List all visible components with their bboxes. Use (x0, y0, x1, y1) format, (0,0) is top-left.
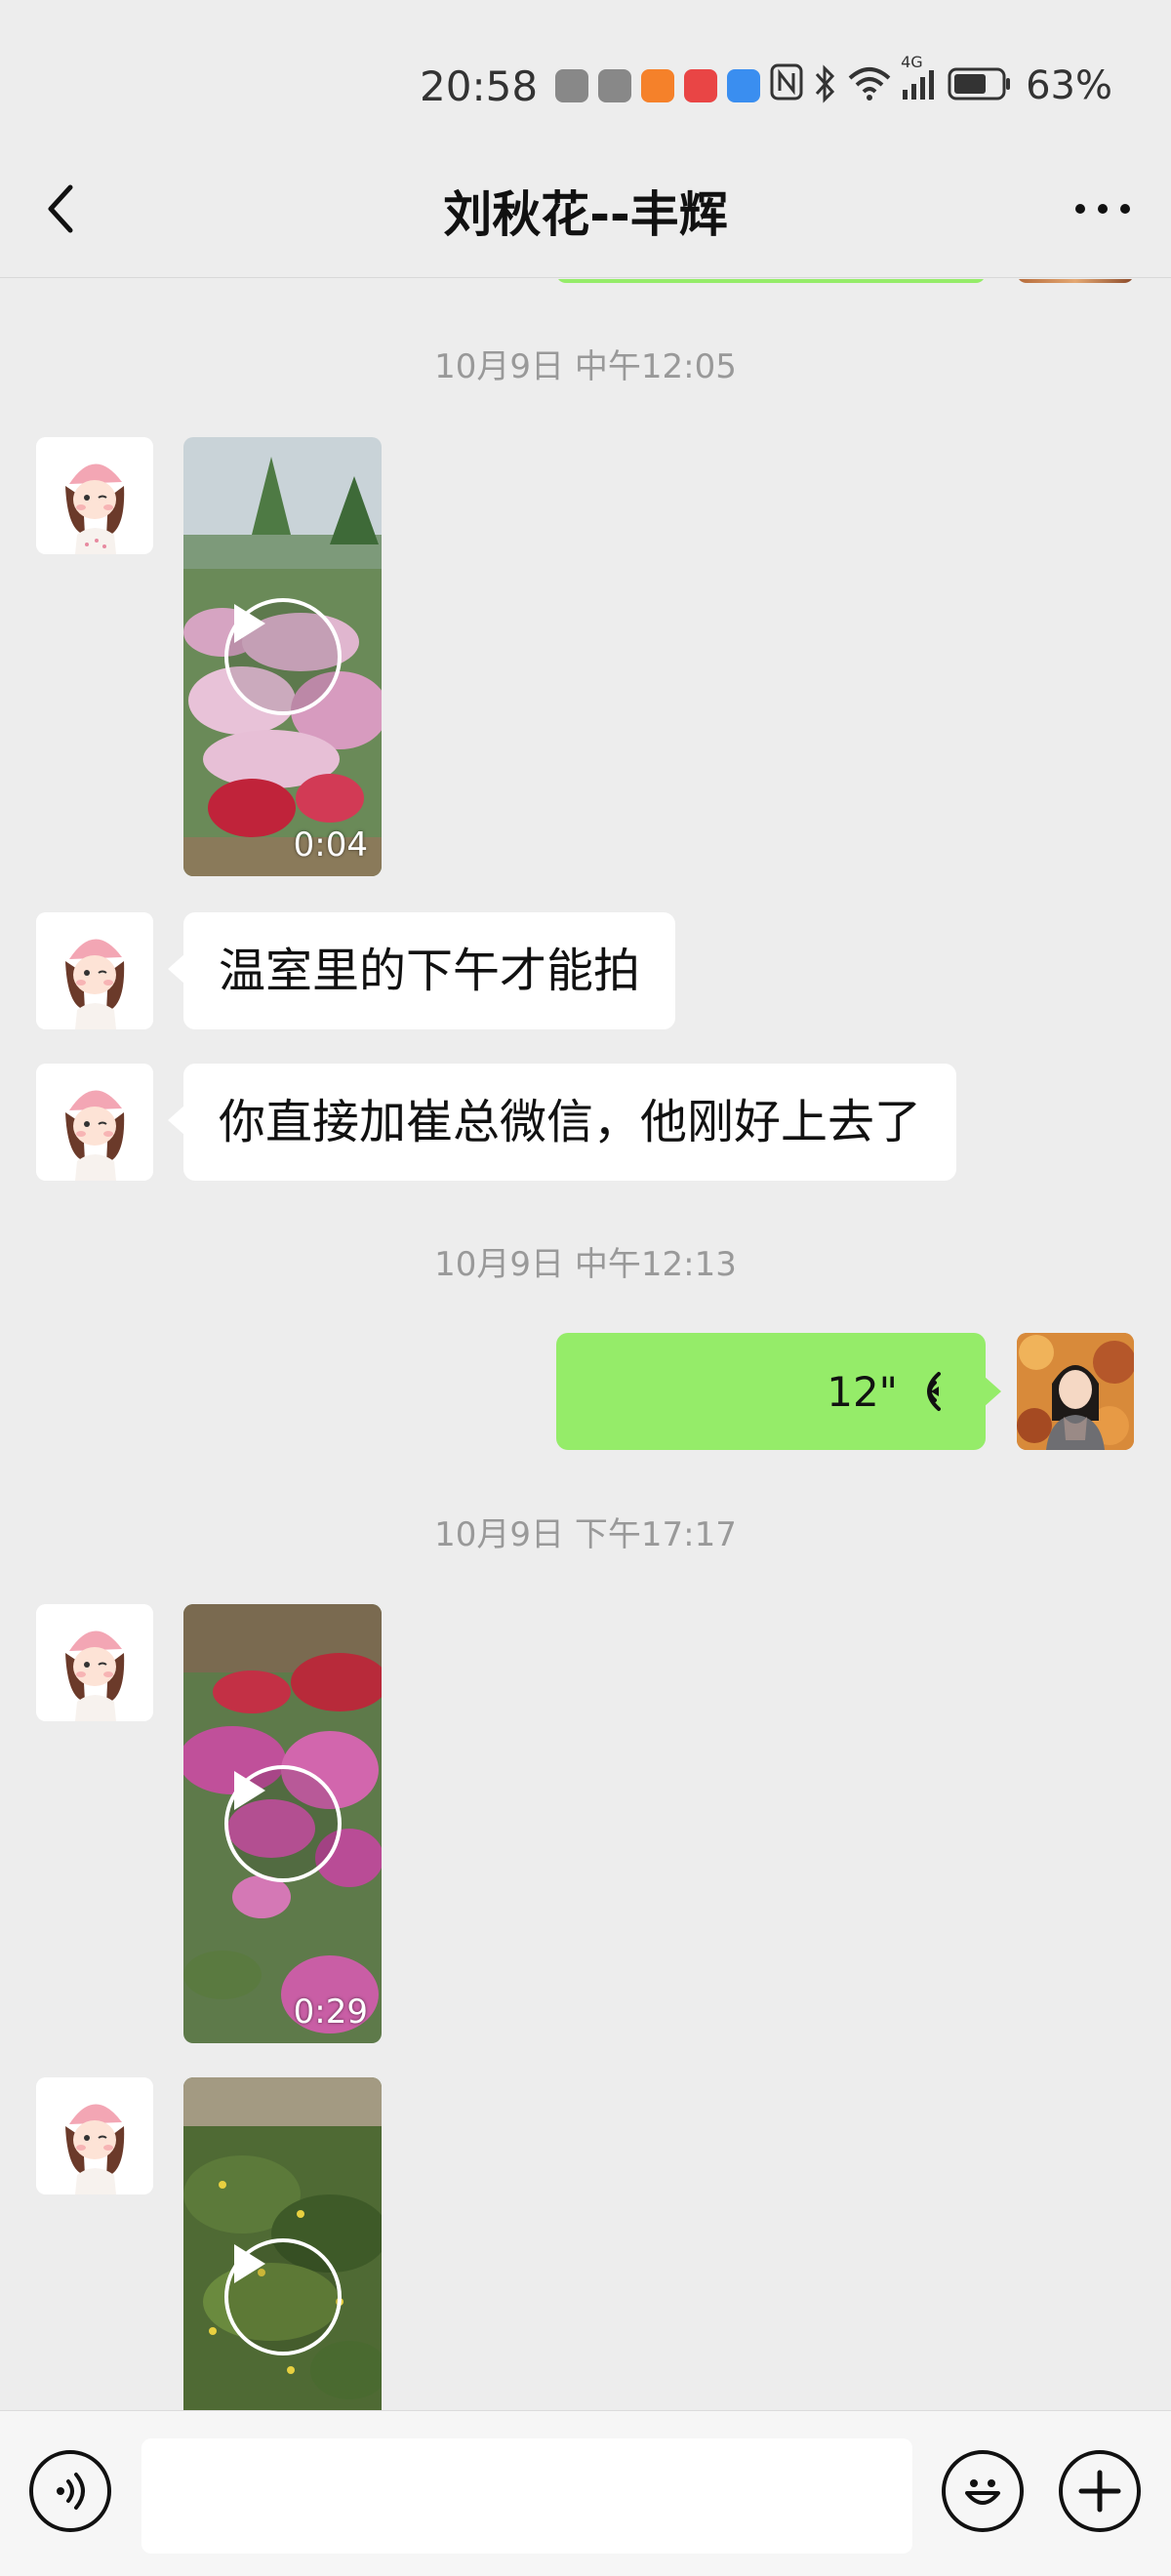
more-dots-icon (1075, 204, 1130, 214)
play-icon[interactable] (224, 2238, 342, 2355)
message-list[interactable]: 10月9日 中午12:05 0:04 温室里的下午才能拍 你直接加崔总微信，他刚… (0, 279, 1171, 2410)
timestamp: 10月9日 中午12:05 (434, 347, 737, 386)
voice-wave-icon (927, 1372, 941, 1411)
network-type-label: 4G (901, 53, 923, 71)
emoji-icon (965, 2479, 1000, 2505)
message-input[interactable] (141, 2438, 912, 2554)
notification-app-icon (641, 69, 675, 102)
video-message[interactable]: 0:29 (183, 1604, 382, 2043)
signal-icon: 4G (901, 53, 938, 105)
text-message-bubble[interactable]: 温室里的下午才能拍 (167, 912, 676, 1029)
video-duration: 0:04 (293, 825, 368, 865)
text-message-bubble[interactable]: 你直接加崔总微信，他刚好上去了 (167, 1064, 957, 1181)
bluetooth-icon (813, 64, 838, 107)
more-functions-button[interactable] (1059, 2450, 1141, 2532)
my-avatar[interactable] (1017, 279, 1134, 283)
status-bar-right: 20:58 4G 63% (420, 53, 1112, 115)
timestamp: 10月9日 下午17:17 (434, 1515, 737, 1554)
voice-duration: 12" (827, 1367, 898, 1416)
previous-message-bubble[interactable] (556, 279, 986, 283)
contact-avatar[interactable] (36, 912, 153, 1029)
contact-avatar[interactable] (36, 1604, 153, 1721)
battery-icon (948, 66, 1012, 105)
contact-avatar[interactable] (36, 1064, 153, 1181)
contact-avatar[interactable] (36, 437, 153, 554)
nfc-icon (770, 63, 803, 109)
voice-input-icon (57, 2473, 85, 2510)
video-duration: 0:29 (293, 1992, 368, 2032)
voice-input-button[interactable] (29, 2450, 111, 2532)
my-avatar[interactable] (1017, 1333, 1134, 1450)
play-icon[interactable] (224, 598, 342, 715)
timestamp: 10月9日 中午12:13 (434, 1245, 737, 1284)
chat-screen: 20:58 4G 63% 刘秋花--丰辉 10月9日 中午12:05 0:04 … (0, 0, 1171, 2576)
play-icon[interactable] (224, 1765, 342, 1882)
notification-app-icon (598, 69, 632, 102)
more-options-button[interactable] (1064, 178, 1142, 240)
contact-avatar[interactable] (36, 2077, 153, 2194)
notification-app-icon (727, 69, 761, 102)
wifi-icon (848, 66, 891, 105)
plus-icon (1078, 2470, 1121, 2513)
voice-message[interactable]: 12" (556, 1333, 1001, 1450)
status-bar: 20:58 4G 63% (0, 0, 1171, 146)
video-message[interactable] (183, 2077, 382, 2410)
emoji-button[interactable] (942, 2450, 1024, 2532)
notification-app-icon (684, 69, 718, 102)
chat-title: 刘秋花--丰辉 (443, 186, 728, 243)
status-time: 20:58 (420, 61, 539, 110)
battery-percent: 63% (1026, 63, 1112, 108)
video-message[interactable]: 0:04 (183, 437, 382, 876)
input-bar (0, 2410, 1171, 2576)
chat-header: 刘秋花--丰辉 (0, 146, 1171, 278)
notification-app-icon (555, 69, 589, 102)
